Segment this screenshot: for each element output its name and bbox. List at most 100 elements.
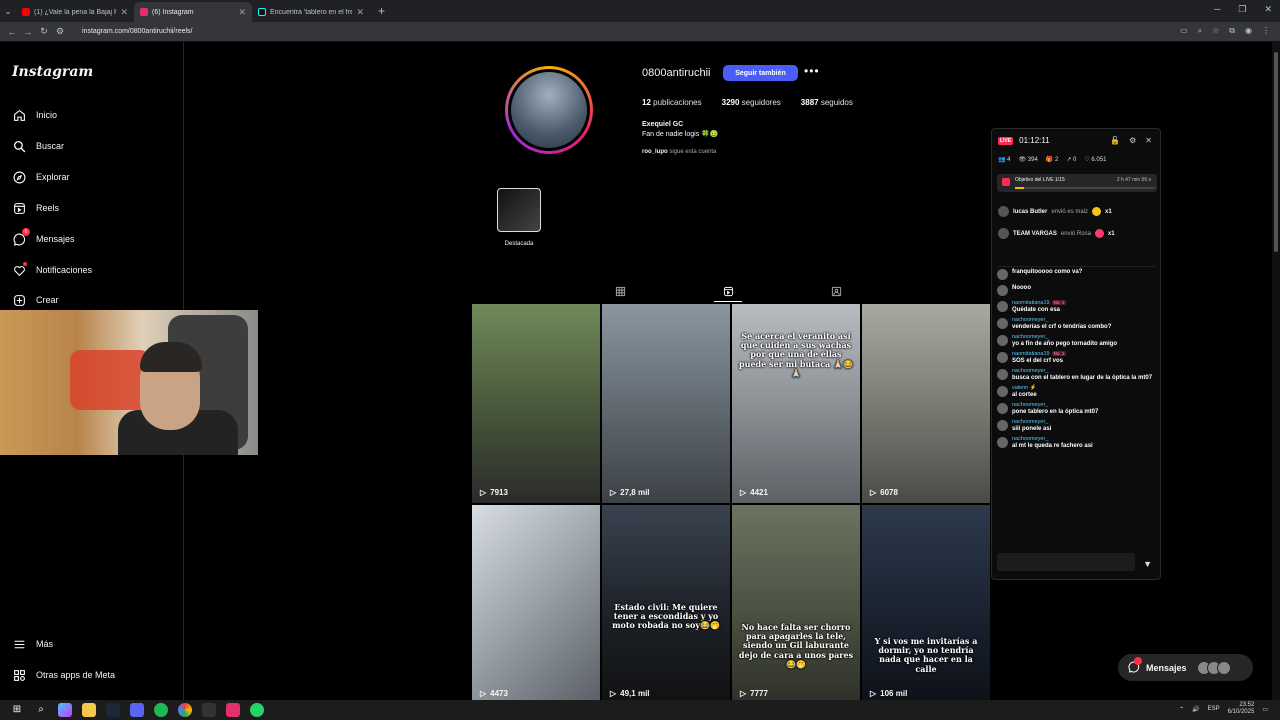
avatar [997, 403, 1008, 414]
story-highlight[interactable] [497, 188, 541, 232]
tiktok-live-icon[interactable] [226, 703, 240, 717]
sidebar-item-inicio[interactable]: Inicio [12, 108, 57, 122]
reel-tile[interactable]: Estado civil: Me quiere tener a escondid… [602, 505, 730, 704]
browser-tab-youtube[interactable]: (1) ¿Vale la pena la Bajaj Rouser ✕ [16, 2, 134, 22]
browser-tab-tiktok[interactable]: Encuentra 'tablero en el frente' ✕ [252, 2, 370, 22]
whatsapp-icon[interactable] [250, 703, 264, 717]
close-tab-icon[interactable]: ✕ [120, 7, 128, 18]
reel-views: ▷ 106 mil [870, 689, 908, 698]
page-scrollbar[interactable] [1272, 42, 1280, 700]
chrome-icon[interactable] [178, 703, 192, 717]
close-tab-icon[interactable]: ✕ [356, 7, 364, 18]
followed-by-text[interactable]: roo_lupo sigue esta cuenta [642, 149, 716, 155]
viewers-stat: 👥 4 [998, 157, 1011, 163]
avatar [997, 369, 1008, 380]
steam-icon[interactable] [106, 703, 120, 717]
chat-message: naomitatiana19 No. 1 Quédate con esa [997, 299, 1155, 316]
bookmark-star-icon[interactable]: ☆ [1212, 26, 1219, 36]
reel-caption: Y si vos me invitarías a dormir, yo no t… [874, 636, 978, 674]
messenger-icon: 6 [12, 228, 30, 246]
sidebar-item-label: Mensajes [36, 234, 75, 244]
clock[interactable]: 23:52 6/10/2025 [1228, 702, 1255, 716]
youtube-favicon-icon [22, 8, 30, 16]
instagram-favicon-icon [140, 8, 148, 16]
sidebar-item-mas[interactable]: Más [12, 637, 53, 651]
following-stat[interactable]: 3887 seguidos [801, 98, 853, 107]
sidebar-item-explorar[interactable]: Explorar [12, 170, 70, 184]
profile-bio: Fan de nadie logis 🍀🤢 [642, 131, 719, 138]
sidebar-item-buscar[interactable]: Buscar [12, 139, 64, 153]
search-icon[interactable]: ⌕ [34, 703, 48, 717]
sidebar-item-label: Más [36, 639, 54, 649]
reel-tile[interactable]: Y si vos me invitarías a dormir, yo no t… [862, 505, 990, 704]
close-tab-icon[interactable]: ✕ [238, 7, 246, 18]
reel-tile[interactable]: Se acerca el veranito así que cuiden a s… [732, 304, 860, 503]
gift-row: lucas Butler envió es maiz x1 [998, 206, 1112, 217]
tab-label: Encuentra 'tablero en el frente' [270, 8, 353, 16]
chat-list[interactable]: franquitooooo como va? Noooo naomitatian… [997, 266, 1155, 544]
reel-tile[interactable]: ▷ 6078 [862, 304, 990, 503]
chat-message: nachoomeyer_ al mt le queda re fachero as… [997, 435, 1155, 452]
zoom-icon[interactable]: ⌕ [1198, 26, 1202, 36]
messages-label: Mensajes [1146, 662, 1187, 673]
sidebar-item-crear[interactable]: Crear [12, 293, 59, 307]
new-tab-icon[interactable]: + [378, 4, 385, 18]
tab-reels-icon[interactable] [714, 283, 742, 302]
back-icon[interactable]: ← [4, 27, 20, 37]
send-icon[interactable]: ▼ [1143, 559, 1152, 569]
cast-icon[interactable]: ▭ [1180, 26, 1188, 36]
extensions-icon[interactable]: ⧉ [1229, 26, 1235, 36]
posts-stat[interactable]: 12 publicaciones [642, 98, 702, 107]
lock-icon[interactable]: 🔓 [1110, 136, 1120, 145]
sidebar-item-label: Notificaciones [36, 265, 93, 275]
volume-icon[interactable]: 🔊 [1192, 706, 1199, 713]
sidebar-item-mensajes[interactable]: 6 Mensajes [12, 228, 75, 246]
profile-avatar[interactable] [505, 66, 593, 154]
tab-tagged-icon[interactable] [828, 283, 844, 299]
tab-search-icon[interactable]: ⌄ [0, 6, 16, 17]
notifications-icon[interactable]: ▭ [1262, 706, 1268, 713]
tab-posts-grid-icon[interactable] [612, 283, 628, 299]
spotify-icon[interactable] [154, 703, 168, 717]
more-options-icon[interactable]: ••• [804, 64, 820, 78]
sidebar-item-reels[interactable]: Reels [12, 201, 59, 215]
site-info-icon[interactable]: ⚙ [52, 26, 68, 37]
browser-menu-icon[interactable]: ⋮ [1262, 26, 1270, 36]
reload-icon[interactable]: ↻ [36, 26, 52, 37]
reel-tile[interactable]: ▷ 7913 [472, 304, 600, 503]
file-explorer-icon[interactable] [82, 703, 96, 717]
copilot-icon[interactable] [58, 703, 72, 717]
story-highlight-label: Destacada [504, 241, 534, 247]
language-indicator[interactable]: ESP [1208, 706, 1220, 712]
reel-tile[interactable]: No hace falta ser chorro para apagarles … [732, 505, 860, 704]
obs-icon[interactable] [202, 703, 216, 717]
sidebar-item-notificaciones[interactable]: Notificaciones [12, 262, 93, 277]
tab-label: (1) ¿Vale la pena la Bajaj Rouser [34, 8, 116, 16]
chat-input[interactable] [997, 553, 1135, 571]
follow-button[interactable]: Seguir también [723, 65, 798, 81]
chat-message: nachoomeyer_ pone tablero en la óptica mt… [997, 401, 1155, 418]
live-goal[interactable]: Objetivo del LIVE 1/15 2 h 47 min 56 s [997, 174, 1157, 192]
tray-chevron-icon[interactable]: ⌃ [1179, 706, 1184, 713]
profile-icon[interactable]: ◉ [1245, 26, 1252, 36]
messages-pill[interactable]: Mensajes [1118, 654, 1253, 681]
scrollbar-thumb[interactable] [1274, 52, 1278, 252]
settings-icon[interactable]: ⚙ [1129, 136, 1136, 145]
sidebar-item-otras-apps[interactable]: Otras apps de Meta [12, 668, 115, 682]
close-window-icon[interactable]: ✕ [1264, 4, 1272, 15]
reel-tile[interactable]: ▷ 27,8 mil [602, 304, 730, 503]
close-icon[interactable]: ✕ [1145, 136, 1152, 145]
followers-stat[interactable]: 3290 seguidores [722, 98, 781, 107]
url-text[interactable]: instagram.com/0800antiruchii/reels/ [82, 28, 193, 35]
reel-views: ▷ 6078 [870, 488, 898, 497]
forward-icon[interactable]: → [20, 27, 36, 37]
reel-tile[interactable]: ▷ 4473 [472, 505, 600, 704]
avatar [997, 301, 1008, 312]
browser-tab-instagram[interactable]: (6) Instagram ✕ [134, 2, 252, 22]
windows-start-icon[interactable]: ⊞ [10, 703, 24, 717]
minimize-icon[interactable]: ─ [1214, 4, 1220, 15]
discord-icon[interactable] [130, 703, 144, 717]
live-header: LIVE 01:12:11 [998, 136, 1050, 145]
instagram-logo[interactable]: Instagram [12, 64, 93, 80]
maximize-icon[interactable]: ❐ [1238, 4, 1246, 15]
